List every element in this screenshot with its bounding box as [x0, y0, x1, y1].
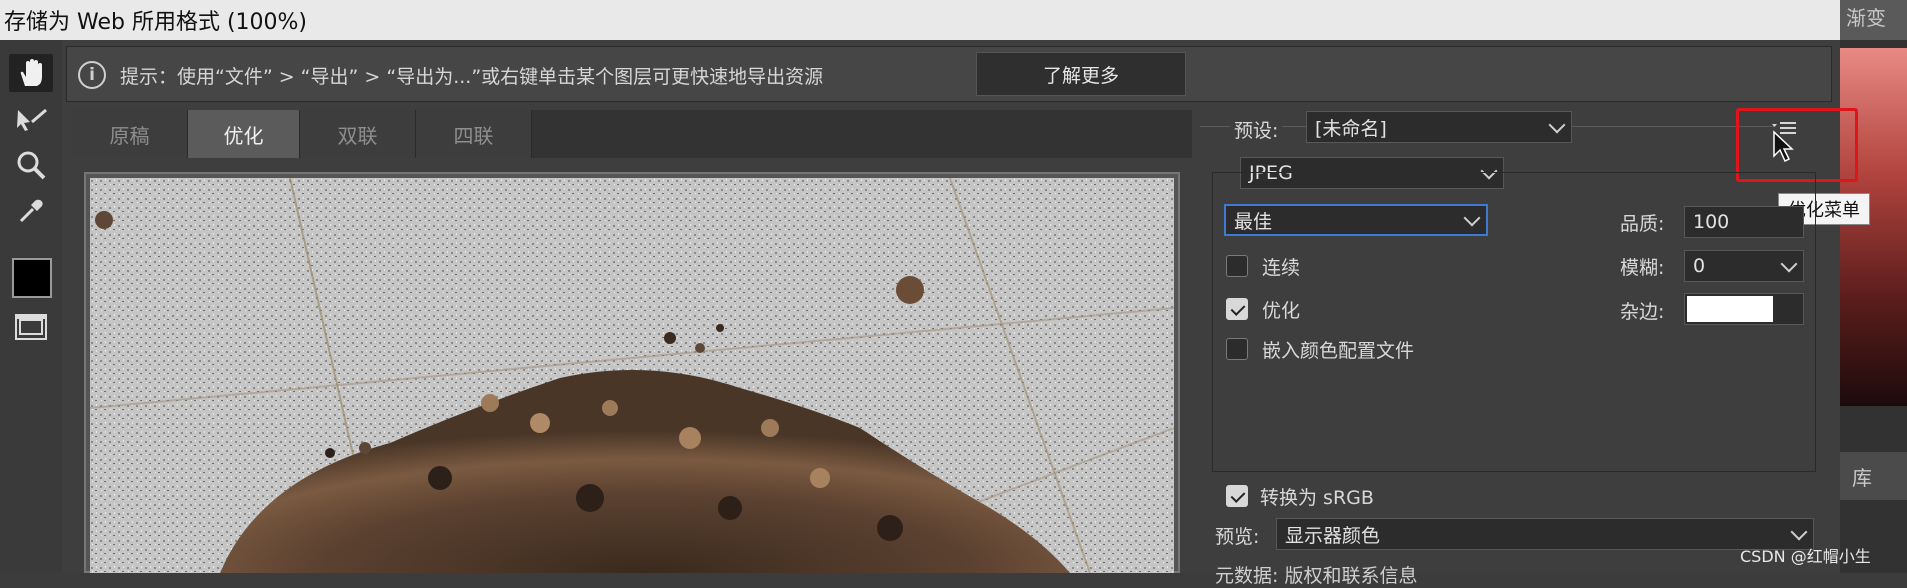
hint-text: 提示：使用“文件” > “导出” > “导出为...”或右键单击某个图层可更快速… [120, 66, 824, 88]
window-title: 存储为 Web 所用格式 (100%) [4, 10, 308, 35]
tab-4-up[interactable]: 四联 [416, 110, 532, 158]
optimized-checkbox[interactable] [1226, 298, 1248, 320]
convert-srgb-checkbox[interactable] [1226, 485, 1248, 507]
annotation-highlight-box [1736, 108, 1858, 182]
eyedropper-icon [19, 199, 43, 223]
library-panel-tab[interactable]: 库 [1840, 452, 1907, 500]
watermark: CSDN @红帽小生 [1740, 547, 1871, 566]
matte-select[interactable] [1684, 293, 1804, 325]
progressive-checkbox[interactable] [1226, 255, 1248, 277]
tab-2-up[interactable]: 双联 [300, 110, 416, 158]
eyedropper-tool-button[interactable] [9, 192, 53, 230]
slice-visibility-icon [15, 314, 47, 340]
magnifier-icon [17, 151, 46, 180]
chevron-down-icon [1790, 523, 1808, 541]
progressive-label: 连续 [1262, 257, 1301, 279]
preset-select[interactable]: [未命名] [1306, 111, 1572, 143]
slice-select-tool-button[interactable] [9, 100, 53, 138]
photo-preview [90, 178, 1174, 573]
chevron-down-icon [1780, 255, 1798, 273]
optimized-label: 优化 [1262, 300, 1301, 322]
blur-value: 0 [1693, 255, 1706, 277]
tab-original[interactable]: 原稿 [72, 110, 188, 158]
library-panel-tab-label: 库 [1852, 466, 1872, 490]
chevron-down-icon [1463, 209, 1481, 227]
embed-color-profile-label: 嵌入颜色配置文件 [1262, 340, 1415, 362]
convert-srgb-label: 转换为 sRGB [1260, 487, 1374, 509]
quality-label: 品质: [1620, 213, 1665, 235]
matte-color-swatch [1687, 296, 1773, 322]
blur-label: 模糊: [1620, 257, 1665, 279]
zoom-tool-button[interactable] [9, 146, 53, 184]
preview-color-value: 显示器颜色 [1285, 524, 1381, 547]
tab-optimized[interactable]: 优化 [188, 110, 300, 158]
chevron-down-icon [1548, 116, 1566, 134]
learn-more-button[interactable]: 了解更多 [976, 52, 1186, 96]
metadata-row-partial: 元数据: 版权和联系信息 [1215, 565, 1418, 587]
quality-value: 100 [1693, 211, 1730, 233]
preview-color-select[interactable]: 显示器颜色 [1276, 518, 1814, 550]
matte-label: 杂边: [1620, 301, 1665, 323]
quality-input[interactable]: 100 [1684, 206, 1804, 238]
hand-tool-button[interactable] [9, 54, 53, 92]
hand-icon [20, 59, 42, 86]
info-icon: i [78, 61, 106, 89]
preview-label: 预览: [1215, 526, 1260, 548]
quality-preset-select[interactable]: 最佳 [1224, 204, 1488, 236]
image-preview[interactable] [90, 178, 1174, 573]
blur-input[interactable]: 0 [1684, 250, 1804, 282]
gradient-panel-tab[interactable]: 渐变 [1840, 0, 1907, 40]
preset-select-value: [未命名] [1315, 117, 1387, 140]
gradient-panel-tab-label: 渐变 [1846, 6, 1886, 30]
slice-select-icon [17, 108, 47, 131]
gradient-preview [1840, 48, 1907, 406]
preset-label: 预设: [1230, 116, 1283, 143]
eyedropper-color-swatch[interactable] [12, 258, 52, 298]
toggle-slice-visibility-button[interactable] [9, 308, 53, 346]
embed-color-profile-checkbox[interactable] [1226, 338, 1248, 360]
quality-preset-value: 最佳 [1234, 210, 1273, 233]
